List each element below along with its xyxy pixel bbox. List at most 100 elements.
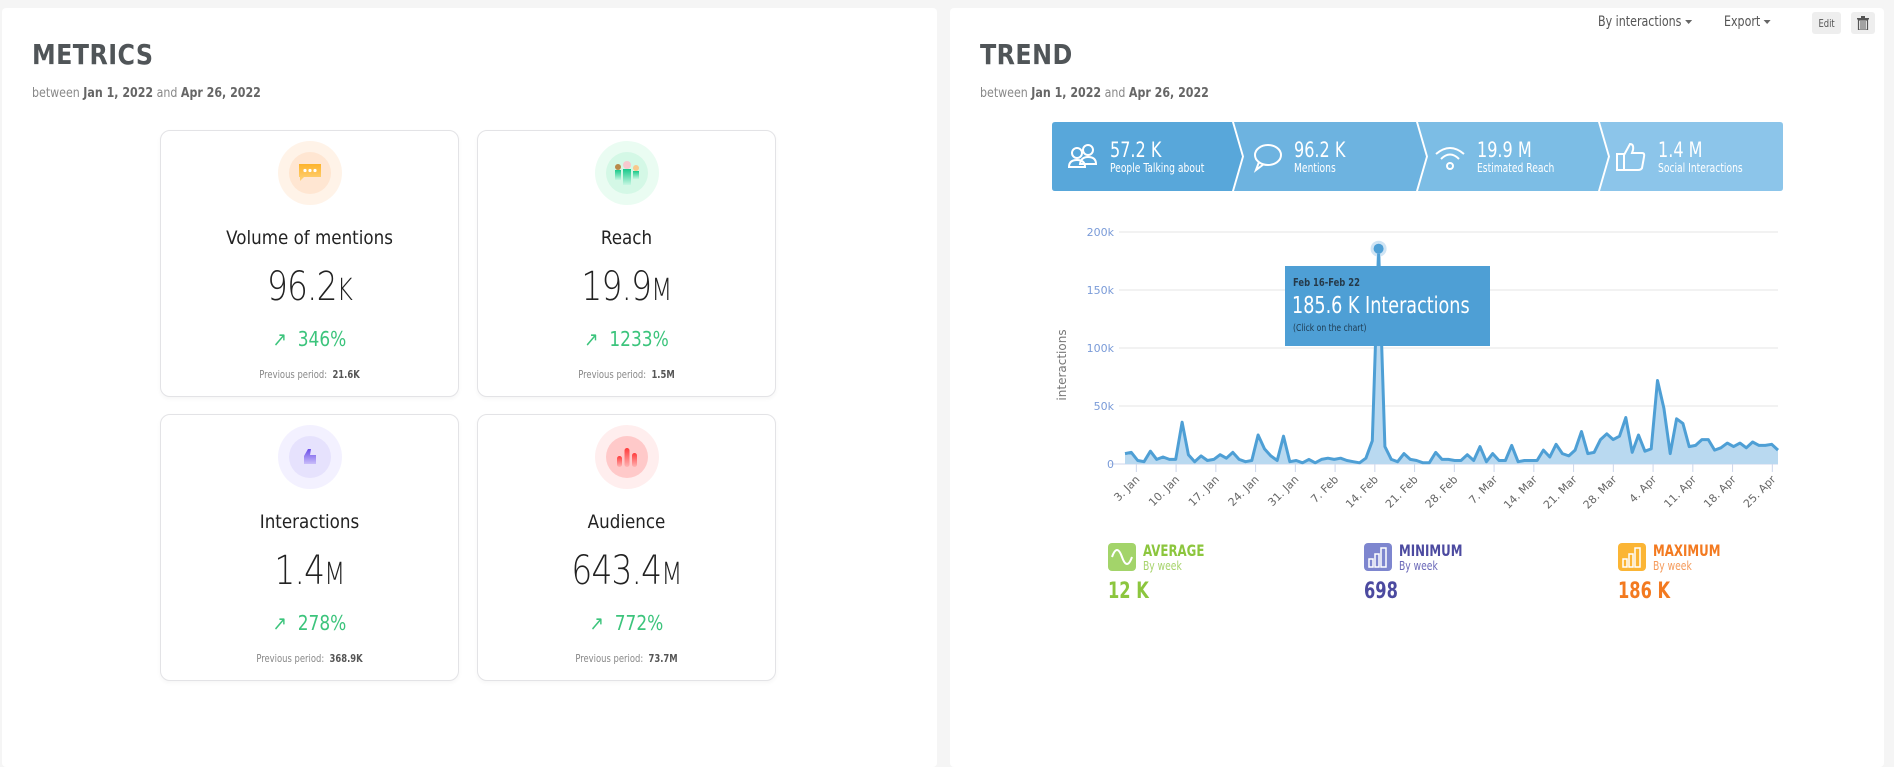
trend-chart[interactable]: 0 50k 100k 150k 200k interactions 3. Jan 10. … xyxy=(1050,215,1790,525)
kpi-value: 57.2 K xyxy=(1110,137,1162,162)
value-unit: M xyxy=(661,557,682,592)
tooltip-value: 185.6 K Interactions xyxy=(1292,293,1470,319)
card-previous-period: Previous period: 73.7M xyxy=(500,652,752,665)
dropdown-label: By interactions xyxy=(1598,14,1682,30)
kpi-people-talking[interactable]: 57.2 K People Talking about xyxy=(1066,122,1221,191)
icon-halo xyxy=(594,425,659,489)
y-tick-label: 0 xyxy=(1107,458,1114,471)
metric-card-volume-of-mentions[interactable]: Volume of mentions 96.2K ↗ 346% Previous… xyxy=(160,130,459,397)
end-date: Apr 26, 2022 xyxy=(1128,86,1209,101)
x-tick-label: 7. Mar xyxy=(1466,473,1500,507)
marker-point[interactable] xyxy=(1373,243,1384,254)
chart-tooltip: Feb 16-Feb 22 185.6 K Interactions (Clic… xyxy=(1285,266,1490,346)
value-unit: K xyxy=(336,273,353,308)
prev-value: 21.6K xyxy=(332,368,360,381)
prev-label: Previous period: xyxy=(256,652,325,665)
trend-up-arrow-icon: ↗ xyxy=(589,611,615,635)
trend-up-arrow-icon: ↗ xyxy=(272,327,298,351)
x-tick-label: 24. Jan xyxy=(1226,473,1262,509)
kpi-mentions[interactable]: 96.2 K Mentions xyxy=(1250,122,1354,191)
export-dropdown[interactable]: Export xyxy=(1724,14,1771,30)
speech-bubble-icon xyxy=(1253,143,1282,173)
kpi-social-interactions[interactable]: 1.4 M Social Interactions xyxy=(1614,122,1758,191)
y-tick-label: 100k xyxy=(1087,342,1115,355)
card-previous-period: Previous period: 368.9K xyxy=(183,652,435,665)
kpi-label: Estimated Reach xyxy=(1477,160,1555,175)
caret-down-icon xyxy=(1684,20,1692,24)
x-tick-label: 18. Apr xyxy=(1701,473,1739,511)
trend-up-arrow-icon: ↗ xyxy=(272,611,298,635)
audience-bars-icon xyxy=(616,448,637,467)
stat-name: AVERAGE xyxy=(1143,541,1205,560)
stat-value: 698 xyxy=(1364,579,1398,604)
chat-bubble-icon xyxy=(298,164,321,181)
change-percent: 772% xyxy=(614,611,664,635)
card-value: 96.2K xyxy=(188,264,432,310)
dropdown-label: Export xyxy=(1724,14,1761,30)
x-tick-label: 14. Mar xyxy=(1501,473,1540,512)
stat-name: MAXIMUM xyxy=(1653,541,1721,560)
value-number: 1.4 xyxy=(274,548,325,594)
kpi-value: 96.2 K xyxy=(1294,137,1346,162)
trend-title: TREND xyxy=(980,38,1073,71)
metric-card-reach[interactable]: Reach 19.9M ↗ 1233% Previous period: 1.5… xyxy=(477,130,776,397)
edit-label: Edit xyxy=(1818,16,1835,30)
card-previous-period: Previous period: 21.6K xyxy=(183,368,435,381)
change-percent: 278% xyxy=(297,611,347,635)
card-value: 1.4M xyxy=(188,548,432,594)
tooltip-hint: (Click on the chart) xyxy=(1293,323,1367,334)
end-date: Apr 26, 2022 xyxy=(180,86,261,101)
card-label: Reach xyxy=(600,227,653,249)
and-label: and xyxy=(156,86,178,101)
change-percent: 1233% xyxy=(609,327,669,351)
prev-label: Previous period: xyxy=(259,368,328,381)
delete-button[interactable] xyxy=(1851,12,1875,34)
x-tick-label: 21. Feb xyxy=(1383,473,1421,511)
stat-sub: By week xyxy=(1399,559,1438,573)
card-value: 643.4M xyxy=(505,548,749,594)
x-tick-label: 10. Jan xyxy=(1146,473,1182,509)
x-tick-label: 28. Mar xyxy=(1581,473,1620,512)
kpi-label: Mentions xyxy=(1294,160,1336,175)
x-tick-label: 31. Jan xyxy=(1265,473,1301,509)
prev-label: Previous period: xyxy=(575,652,644,665)
metric-card-audience[interactable]: Audience 643.4M ↗ 772% Previous period: … xyxy=(477,414,776,681)
y-axis-label: interactions xyxy=(1055,329,1069,400)
card-change: ↗ 1233% xyxy=(500,327,752,351)
x-tick-label: 21. Mar xyxy=(1541,473,1580,512)
icon-halo xyxy=(277,141,342,205)
prev-value: 73.7M xyxy=(648,652,678,665)
start-date: Jan 1, 2022 xyxy=(1031,86,1102,101)
icon-halo xyxy=(277,425,342,489)
between-label: between xyxy=(32,86,80,101)
kpi-label: People Talking about xyxy=(1110,160,1205,175)
x-tick-label: 4. Apr xyxy=(1627,473,1660,506)
stat-sub: By week xyxy=(1653,559,1692,573)
kpi-value: 1.4 M xyxy=(1658,137,1703,162)
card-change: ↗ 346% xyxy=(183,327,435,351)
x-tick-label: 14. Feb xyxy=(1343,473,1381,511)
highlight-marker xyxy=(1370,240,1387,267)
bar-chart-icon xyxy=(1364,543,1392,571)
x-tick-label: 11. Apr xyxy=(1661,473,1699,511)
stat-value: 186 K xyxy=(1618,579,1671,604)
stat-name: MINIMUM xyxy=(1399,541,1463,560)
value-number: 19.9 xyxy=(581,264,652,310)
metrics-panel xyxy=(2,8,937,767)
value-number: 96.2 xyxy=(266,264,338,310)
value-unit: M xyxy=(651,273,672,308)
change-percent: 346% xyxy=(297,327,347,351)
metrics-title: METRICS xyxy=(32,38,154,71)
y-tick-label: 200k xyxy=(1087,226,1115,239)
y-axis-ticks: 0 50k 100k 150k 200k xyxy=(1087,226,1115,471)
thumbs-up-icon xyxy=(303,449,316,464)
prev-value: 368.9K xyxy=(329,652,363,665)
edit-button[interactable]: Edit xyxy=(1812,12,1841,34)
kpi-estimated-reach[interactable]: 19.9 M Estimated Reach xyxy=(1433,122,1568,191)
by-interactions-dropdown[interactable]: By interactions xyxy=(1598,14,1692,30)
metric-card-interactions[interactable]: Interactions 1.4M ↗ 278% Previous period… xyxy=(160,414,459,681)
sine-wave-icon xyxy=(1108,543,1136,571)
x-tick-label: 3. Jan xyxy=(1111,473,1142,504)
trash-icon xyxy=(1857,16,1869,30)
kpi-label: Social Interactions xyxy=(1658,160,1743,175)
